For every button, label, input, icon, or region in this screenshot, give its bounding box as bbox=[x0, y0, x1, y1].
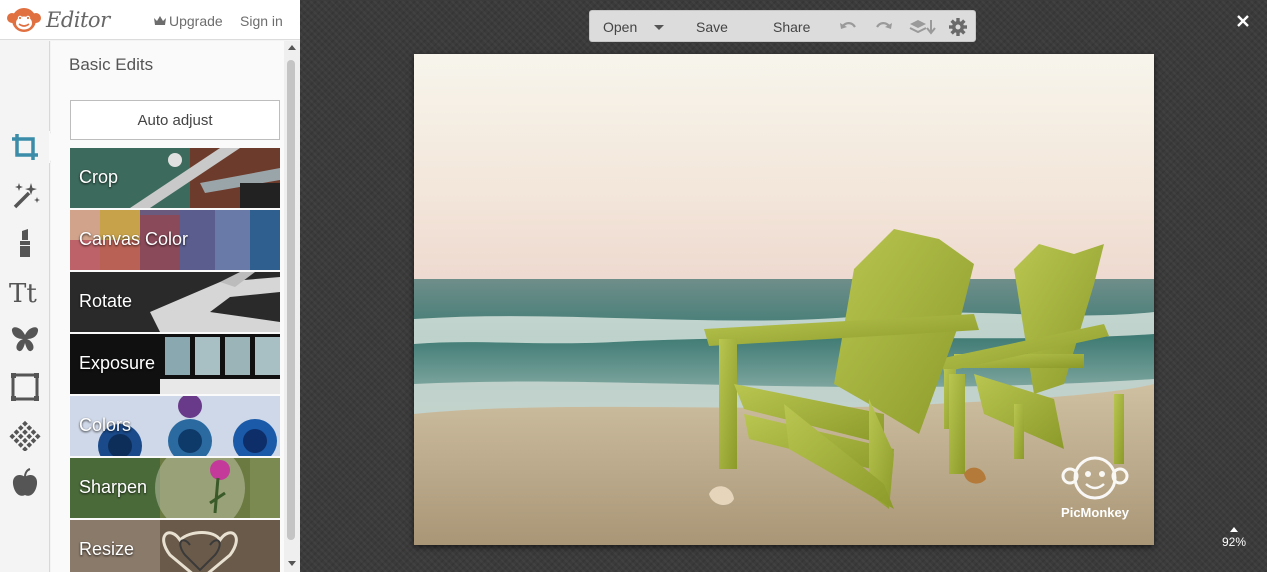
redo-icon[interactable] bbox=[874, 17, 894, 37]
edit-item-label: Colors bbox=[79, 415, 132, 435]
panel-title: Basic Edits bbox=[69, 55, 154, 74]
edited-photo[interactable]: PicMonkey bbox=[414, 54, 1154, 545]
scroll-up-arrow-icon[interactable] bbox=[288, 45, 296, 50]
edit-item-crop[interactable]: Crop bbox=[70, 148, 280, 208]
apple-icon bbox=[12, 468, 38, 496]
scroll-down-arrow-icon[interactable] bbox=[288, 561, 296, 566]
butterfly-icon bbox=[11, 327, 39, 352]
text-icon: Tt bbox=[9, 279, 37, 307]
edit-item-label: Crop bbox=[79, 167, 119, 187]
edit-item-label: Rotate bbox=[79, 291, 133, 311]
tool-rail: Tt bbox=[0, 41, 50, 572]
canvas-area: Open Save Share PicMonkey 92% bbox=[300, 0, 1267, 572]
texture-icon bbox=[9, 420, 41, 451]
upgrade-link[interactable]: Upgrade bbox=[154, 13, 223, 29]
edit-item-label: Resize bbox=[79, 539, 135, 559]
edit-item-label: Exposure bbox=[79, 353, 156, 373]
left-panel: Editor Upgrade Sign in Tt Basic Edits Au… bbox=[0, 0, 300, 572]
edit-item-sharpen[interactable]: Sharpen bbox=[70, 458, 280, 518]
undo-icon[interactable] bbox=[838, 17, 858, 37]
signin-link[interactable]: Sign in bbox=[240, 13, 283, 29]
layers-icon[interactable] bbox=[908, 17, 936, 37]
edit-item-canvas-color[interactable]: Canvas Color bbox=[70, 210, 280, 270]
file-toolbar: Open Save Share bbox=[589, 10, 976, 42]
top-bar: Editor Upgrade Sign in bbox=[0, 0, 300, 40]
zoom-indicator[interactable]: 92% bbox=[1216, 527, 1252, 549]
gear-icon[interactable] bbox=[948, 17, 968, 37]
monkey-logo-icon[interactable] bbox=[6, 6, 42, 34]
frame-icon bbox=[11, 373, 39, 401]
edit-item-label: Sharpen bbox=[79, 477, 148, 497]
zoom-level: 92% bbox=[1221, 535, 1247, 549]
open-button[interactable]: Open bbox=[603, 19, 637, 35]
save-button[interactable]: Save bbox=[696, 19, 728, 35]
rail-item-text[interactable]: Tt bbox=[7, 273, 43, 309]
edit-item-resize[interactable]: Resize bbox=[70, 520, 280, 572]
edit-list: Crop Canvas Color Rotate Exposure Colors… bbox=[70, 148, 280, 572]
rail-item-touch-up[interactable] bbox=[7, 225, 43, 261]
edit-item-rotate[interactable]: Rotate bbox=[70, 272, 280, 332]
app-title: Editor bbox=[46, 8, 110, 32]
rail-item-overlays[interactable] bbox=[7, 321, 43, 357]
watermark-text: PicMonkey bbox=[1061, 505, 1130, 520]
rail-item-textures[interactable] bbox=[7, 417, 43, 453]
panel-scrollbar[interactable] bbox=[284, 41, 300, 572]
auto-adjust-button[interactable]: Auto adjust bbox=[70, 100, 280, 140]
magic-wand-icon bbox=[13, 183, 40, 209]
open-dropdown-caret-icon[interactable] bbox=[654, 25, 664, 30]
share-button[interactable]: Share bbox=[773, 19, 810, 35]
edit-item-label: Canvas Color bbox=[79, 229, 189, 249]
lipstick-icon bbox=[20, 229, 30, 257]
scroll-thumb[interactable] bbox=[287, 60, 295, 540]
rail-item-effects[interactable] bbox=[7, 177, 43, 213]
svg-text:Tt: Tt bbox=[9, 279, 37, 307]
zoom-caret-up-icon[interactable] bbox=[1230, 527, 1238, 532]
crop-icon bbox=[12, 134, 38, 160]
close-icon[interactable] bbox=[1233, 11, 1253, 31]
edit-item-exposure[interactable]: Exposure bbox=[70, 334, 280, 394]
rail-item-crop[interactable] bbox=[7, 129, 43, 165]
upgrade-label: Upgrade bbox=[169, 13, 223, 29]
crown-icon bbox=[154, 16, 166, 25]
basic-edits-panel: Basic Edits Auto adjust Crop Canvas Colo… bbox=[51, 41, 284, 572]
rail-item-themes[interactable] bbox=[7, 465, 43, 501]
edit-item-colors[interactable]: Colors bbox=[70, 396, 280, 456]
rail-item-frames[interactable] bbox=[7, 369, 43, 405]
